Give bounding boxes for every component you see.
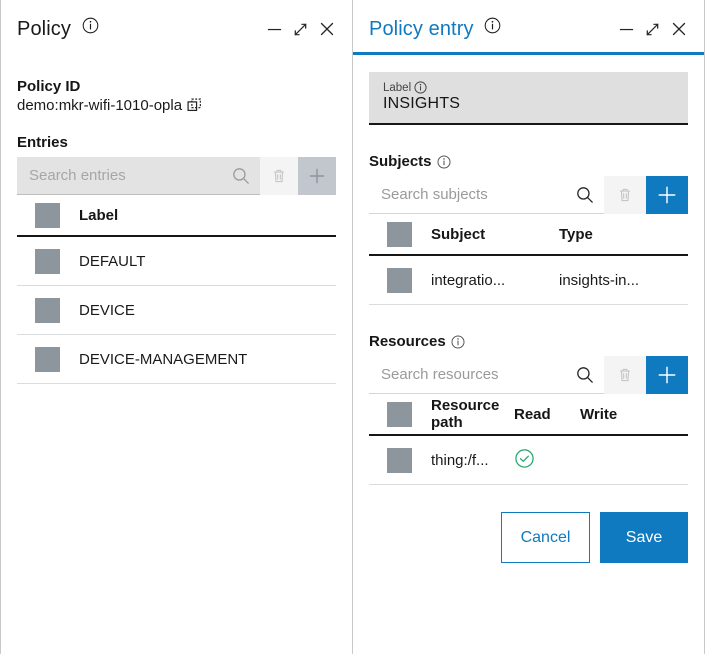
policy-entry-panel: Policy entry Label INSIGHTS Subjects Sea… xyxy=(353,0,705,654)
row-marker-icon xyxy=(387,267,412,293)
info-icon[interactable] xyxy=(451,334,465,349)
policy-panel-header: Policy xyxy=(17,0,336,54)
save-button[interactable]: Save xyxy=(600,512,688,563)
policy-editor-window: Policy Policy ID demo:mkr-wifi-1010-opla… xyxy=(0,0,705,654)
subjects-toolbar: Search subjects xyxy=(369,176,688,214)
resources-table-header: Resource path Read Write xyxy=(369,394,688,436)
table-row[interactable]: integratio... insights-in... xyxy=(369,256,688,305)
copy-icon[interactable] xyxy=(186,97,203,114)
minimize-icon[interactable] xyxy=(266,21,283,38)
policy-entry-panel-title: Policy entry xyxy=(369,17,501,41)
subject-value: integratio... xyxy=(431,271,506,289)
row-marker-icon xyxy=(35,202,60,228)
row-marker-icon xyxy=(387,221,412,247)
table-row[interactable]: DEFAULT xyxy=(17,237,336,286)
policy-panel: Policy Policy ID demo:mkr-wifi-1010-opla… xyxy=(0,0,353,654)
label-field-caption-text: Label xyxy=(383,81,412,94)
entry-label: DEFAULT xyxy=(79,252,146,270)
row-marker-icon xyxy=(387,447,412,473)
column-header-write[interactable]: Write xyxy=(570,406,636,423)
resources-heading-text: Resources xyxy=(369,333,446,350)
row-marker-icon xyxy=(35,297,60,323)
info-icon[interactable] xyxy=(414,81,427,94)
close-icon[interactable] xyxy=(318,20,336,38)
subjects-table: Subject Type integratio... insights-in..… xyxy=(369,214,688,305)
label-field[interactable]: Label INSIGHTS xyxy=(369,72,688,125)
entries-search-input[interactable]: Search entries xyxy=(29,167,231,184)
entry-label: DEVICE xyxy=(79,301,135,319)
entries-table: Label DEFAULT DEVICE DEVICE-MANAGEMENT xyxy=(17,195,336,384)
column-header-read[interactable]: Read xyxy=(500,406,570,423)
search-icon[interactable] xyxy=(575,365,595,385)
entries-search-box[interactable]: Search entries xyxy=(17,157,260,195)
subjects-table-header: Subject Type xyxy=(369,214,688,256)
column-header-type[interactable]: Type xyxy=(540,226,688,243)
policy-id-value: demo:mkr-wifi-1010-opla xyxy=(17,97,183,114)
policy-entry-panel-title-text: Policy entry xyxy=(369,18,474,40)
entries-toolbar: Search entries xyxy=(17,157,336,195)
resources-table: Resource path Read Write thing:/f... xyxy=(369,394,688,485)
policy-entry-accent-bar xyxy=(353,52,704,55)
entries-label: Entries xyxy=(17,134,68,151)
entries-delete-button xyxy=(260,157,298,195)
policy-entry-window-controls xyxy=(618,20,688,38)
column-header-resource-path[interactable]: Resource path xyxy=(412,397,500,432)
minimize-icon[interactable] xyxy=(618,21,635,38)
resources-heading: Resources xyxy=(369,333,688,350)
table-row[interactable]: DEVICE-MANAGEMENT xyxy=(17,335,336,384)
column-header-subject[interactable]: Subject xyxy=(412,226,540,243)
subjects-heading-text: Subjects xyxy=(369,153,432,170)
policy-entry-panel-header: Policy entry xyxy=(369,0,688,54)
info-icon[interactable] xyxy=(437,154,451,169)
subjects-search-input[interactable]: Search subjects xyxy=(381,186,575,203)
resources-add-button[interactable] xyxy=(646,356,688,394)
label-field-value: INSIGHTS xyxy=(383,95,461,112)
label-field-caption: Label xyxy=(383,81,688,94)
policy-panel-title-text: Policy xyxy=(17,18,71,40)
info-icon[interactable] xyxy=(484,17,501,40)
column-header-label[interactable]: Label xyxy=(60,207,336,224)
expand-icon[interactable] xyxy=(292,21,309,38)
expand-icon[interactable] xyxy=(644,21,661,38)
close-icon[interactable] xyxy=(670,20,688,38)
row-marker-icon xyxy=(387,401,412,427)
row-marker-icon xyxy=(35,248,60,274)
info-icon[interactable] xyxy=(82,17,99,40)
resources-delete-button xyxy=(604,356,646,394)
row-marker-icon xyxy=(35,346,60,372)
resource-read-cell xyxy=(500,448,570,473)
entries-add-button xyxy=(298,157,336,195)
resource-path-value: thing:/f... xyxy=(431,451,489,469)
entry-label: DEVICE-MANAGEMENT xyxy=(79,350,248,368)
policy-panel-title: Policy xyxy=(17,17,99,41)
table-row[interactable]: thing:/f... xyxy=(369,436,688,485)
search-icon[interactable] xyxy=(575,185,595,205)
subject-type-value: insights-in... xyxy=(559,271,640,289)
subjects-heading: Subjects xyxy=(369,153,688,170)
policy-panel-window-controls xyxy=(266,20,336,38)
table-row[interactable]: DEVICE xyxy=(17,286,336,335)
cancel-button[interactable]: Cancel xyxy=(501,512,590,563)
form-actions: Cancel Save xyxy=(369,512,688,563)
resources-search-box[interactable]: Search resources xyxy=(369,356,604,394)
resources-search-input[interactable]: Search resources xyxy=(381,366,575,383)
policy-id-label: Policy ID xyxy=(17,78,81,95)
policy-id-row: demo:mkr-wifi-1010-opla xyxy=(17,97,336,114)
policy-panel-header-divider xyxy=(1,54,352,57)
subjects-delete-button xyxy=(604,176,646,214)
search-icon[interactable] xyxy=(231,166,251,186)
check-circle-icon xyxy=(514,448,535,469)
resources-toolbar: Search resources xyxy=(369,356,688,394)
subjects-add-button[interactable] xyxy=(646,176,688,214)
entries-table-header: Label xyxy=(17,195,336,237)
subjects-search-box[interactable]: Search subjects xyxy=(369,176,604,214)
